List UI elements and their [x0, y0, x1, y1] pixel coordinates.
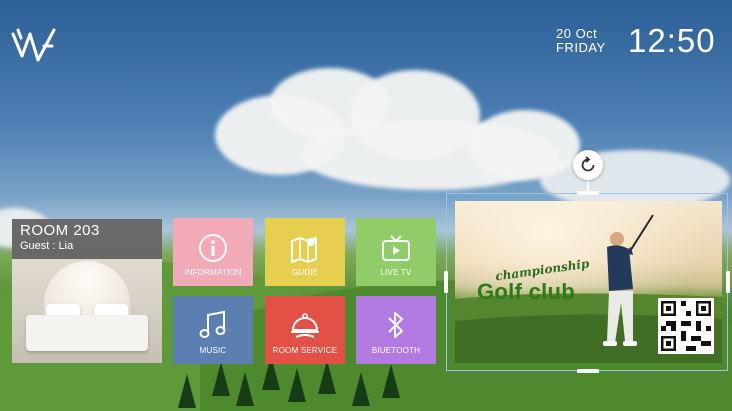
room-card[interactable]: ROOM 203 Guest : Lia — [12, 219, 162, 363]
bluetooth-icon — [388, 312, 403, 338]
tile-label: MUSIC — [199, 346, 227, 355]
qr-code[interactable] — [658, 298, 714, 354]
date-display: 20 Oct FRIDAY — [556, 27, 606, 55]
guest-name: Guest : Lia — [20, 240, 74, 252]
tile-live-tv[interactable]: LIVE TV — [356, 218, 436, 286]
resize-handle-bottom[interactable] — [577, 369, 599, 373]
tv-icon — [382, 235, 410, 261]
tile-label: BIUETOOTH — [371, 346, 421, 355]
date-weekday: FRIDAY — [556, 40, 606, 55]
qr-code-icon — [661, 301, 711, 351]
brand-logo — [11, 28, 56, 62]
room-photo-bed — [26, 315, 148, 351]
tile-label: ROOM SERVICE — [272, 346, 338, 355]
cloche-icon — [291, 313, 319, 338]
info-icon — [199, 234, 227, 262]
resize-handle-right[interactable] — [726, 271, 730, 293]
music-note-icon — [199, 310, 226, 338]
tile-label: INFORMATION — [184, 268, 242, 277]
resize-handle-left[interactable] — [444, 271, 448, 293]
resize-handle-top[interactable] — [577, 191, 599, 195]
golf-banner[interactable]: championship Golf club — [455, 201, 722, 363]
room-info-header: ROOM 203 Guest : Lia — [12, 219, 162, 259]
date-day: 20 Oct — [556, 26, 598, 41]
room-number: ROOM 203 — [20, 222, 100, 239]
clock-time: 12:50 — [628, 22, 716, 59]
map-pin-icon — [291, 236, 317, 263]
rotate-handle[interactable] — [573, 150, 603, 180]
tile-music[interactable]: MUSIC — [173, 296, 253, 364]
tile-label: LIVE TV — [380, 268, 412, 277]
tile-label: GUDIE — [291, 268, 319, 277]
tile-guide[interactable]: GUDIE — [265, 218, 345, 286]
tile-room-service[interactable]: ROOM SERVICE — [265, 296, 345, 364]
banner-title: Golf club — [477, 279, 576, 304]
rotate-icon — [581, 156, 595, 172]
golfer-figure — [603, 214, 654, 346]
tile-information[interactable]: INFORMATION — [173, 218, 253, 286]
tile-bluetooth[interactable]: BIUETOOTH — [356, 296, 436, 364]
